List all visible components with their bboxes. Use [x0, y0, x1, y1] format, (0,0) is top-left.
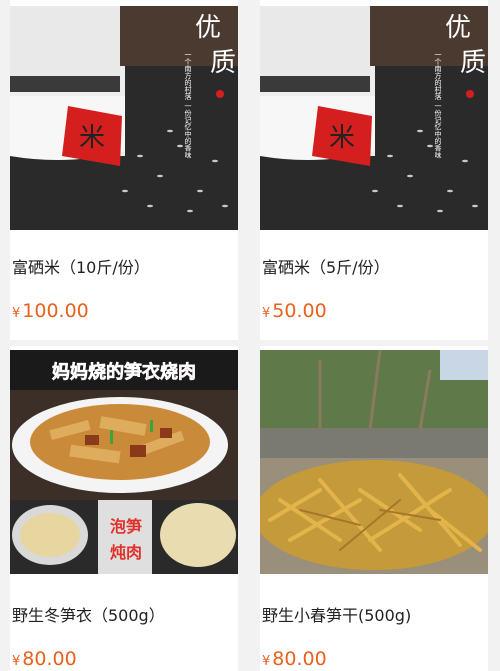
caption-text-2: 炖肉: [110, 543, 142, 562]
product-card[interactable]: 妈妈烧的笋衣烧肉 泡笋 炖肉 野生冬笋衣（500g） ¥ 80.00: [10, 346, 238, 671]
product-title[interactable]: 富硒米（5斤/份）: [262, 254, 390, 278]
price-amount: 80.00: [22, 648, 77, 670]
product-price: ¥100.00: [12, 300, 89, 322]
banner-text: 妈妈烧的笋衣烧肉: [52, 361, 196, 383]
headline-text-1: 优: [445, 13, 471, 43]
price-amount: 100.00: [22, 300, 89, 322]
product-price: ¥80.00: [12, 648, 77, 670]
headline-text-1: 优: [195, 13, 221, 43]
tagline-text: 一个南方的村落 一份记忆中的香味: [184, 51, 192, 159]
headline-text-2: 质: [460, 48, 486, 78]
product-card[interactable]: 米 优 质 一个南方的村落 一份记忆中的香味 富硒米（5斤/份） ¥50.00: [260, 0, 488, 340]
product-title[interactable]: 野生小春笋干(500g): [262, 602, 411, 626]
rice-jar-image[interactable]: 米 优 质 一个南方的村落 一份记忆中的香味: [260, 6, 488, 230]
product-grid: 米 优 质 一个南方的村落 一份记忆中的香味 富硒米（10斤/份） ¥100.0…: [0, 0, 500, 671]
bamboo-shoot-dish-image[interactable]: 妈妈烧的笋衣烧肉 泡笋 炖肉: [10, 350, 238, 574]
caption-text-1: 泡笋: [110, 517, 142, 536]
headline-text-2: 质: [210, 48, 236, 78]
product-card[interactable]: 米 优 质 一个南方的村落 一份记忆中的香味 富硒米（10斤/份） ¥100.0…: [10, 0, 238, 340]
currency-symbol: ¥: [12, 306, 21, 321]
jar-label-text: 米: [329, 123, 355, 153]
price-amount: 80.00: [272, 648, 327, 670]
currency-symbol: ¥: [262, 306, 271, 321]
rice-jar-image[interactable]: 米 优 质 一个南方的村落 一份记忆中的香味: [10, 6, 238, 230]
currency-symbol: ¥: [262, 654, 271, 669]
product-card[interactable]: 野生小春笋干(500g) ¥80.00: [260, 346, 488, 671]
dried-bamboo-shoots-image[interactable]: [260, 350, 488, 574]
price-amount: 50.00: [272, 300, 327, 322]
product-title[interactable]: 野生冬笋衣（500g）: [12, 602, 165, 626]
product-price: ¥50.00: [262, 300, 327, 322]
tagline-text: 一个南方的村落 一份记忆中的香味: [434, 51, 442, 159]
currency-symbol: ¥: [12, 654, 21, 669]
product-price: ¥80.00: [262, 648, 327, 670]
jar-label-text: 米: [79, 123, 105, 153]
product-title[interactable]: 富硒米（10斤/份）: [12, 254, 150, 278]
